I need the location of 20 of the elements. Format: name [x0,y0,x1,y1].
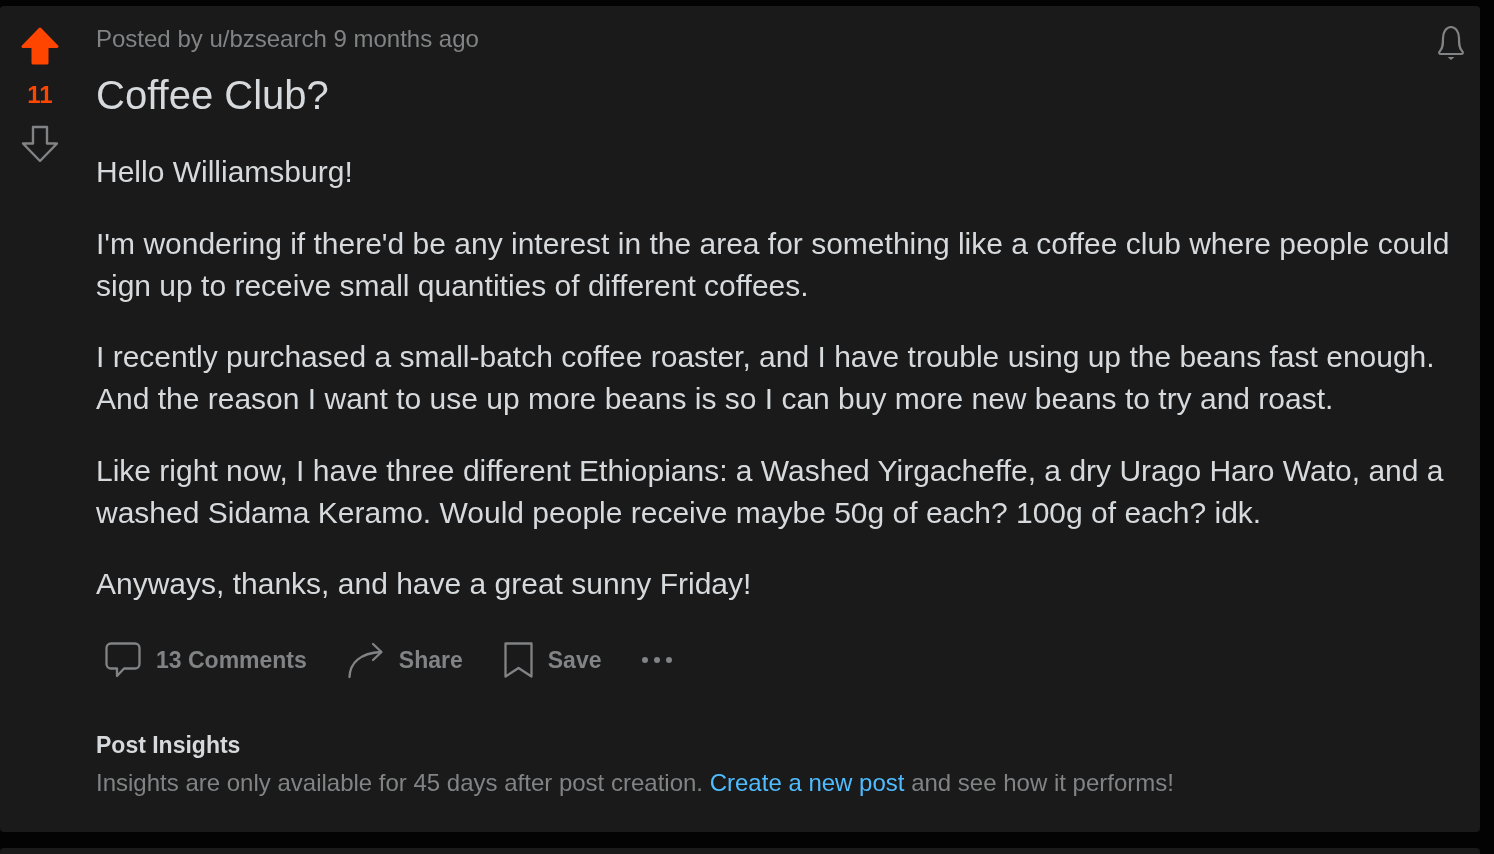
body-paragraph: Like right now, I have three different Ethiopians: a Washed Yirgacheffe, a dry Urago Haro Wato, and a washed Sidama Keramo. Would people receive maybe 50g of each? 100g of each? idk. [96,452,1445,531]
upvote-icon[interactable] [21,27,59,65]
body-paragraph: Hello Williamsburg! [96,154,354,190]
downvote-icon[interactable] [21,125,59,163]
post-meta: Posted by u/bzsearch 9 months ago [96,24,480,54]
post-title: Coffee Club? [96,72,330,119]
insights-heading: Post Insights [96,731,242,760]
save-button[interactable]: Save [494,636,610,684]
bookmark-icon [502,641,534,679]
body-paragraph: Anyways, thanks, and have a great sunny Friday! [96,566,753,602]
more-icon [641,656,674,664]
body-paragraph: I'm wondering if there'd be any interest in the area for something like a coffee club where people could sign up to receive small quantities of different coffees. [96,225,1451,304]
create-post-link[interactable]: Create a new post [709,769,905,796]
body-paragraph: I recently purchased a small-batch coffee roaster, and I have trouble using up the beans fast enough. And the reason I want to use up more beans is so I can buy more new beans to try and roast. [96,339,1436,417]
vote-score: 11 [27,80,53,110]
insights-text: Insights are only available for 45 days after post creation. Create a new post and see how it performs! [96,768,1175,798]
curved-arrow-icon [346,641,385,679]
share-button[interactable]: Share [338,636,471,684]
speech-bubble-icon [104,641,142,679]
comments-button[interactable]: 13 Comments [96,636,315,684]
